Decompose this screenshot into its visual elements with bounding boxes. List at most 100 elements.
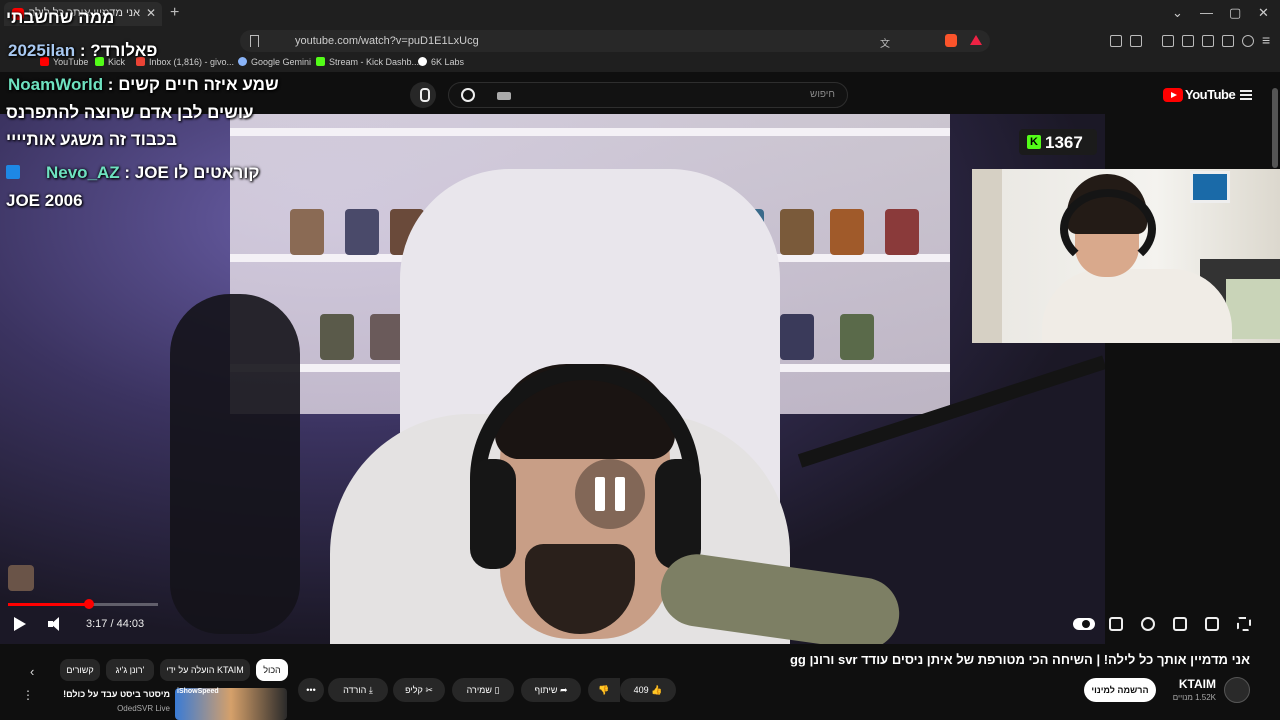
cast-icon[interactable] — [1205, 617, 1219, 631]
menu-icon[interactable]: ≡ — [1262, 32, 1270, 48]
voice-search-icon[interactable] — [410, 82, 436, 108]
autoplay-toggle[interactable] — [1073, 618, 1095, 630]
extensions-icon[interactable] — [1110, 35, 1122, 47]
subtitles-icon[interactable] — [1109, 617, 1123, 631]
wallet-icon[interactable] — [1202, 35, 1214, 47]
tab-close-icon[interactable]: ✕ — [146, 6, 156, 20]
page-scrollbar[interactable] — [1272, 88, 1278, 168]
headphone-cup — [470, 459, 516, 569]
channel-avatar[interactable] — [1224, 677, 1250, 703]
youtube-logo-text: YouTube — [1185, 87, 1236, 102]
chat-separator: : — [75, 41, 91, 60]
chip-all[interactable]: הכול — [256, 659, 288, 681]
thumbs-down-icon: 👎 — [598, 685, 610, 695]
progress-scrubber[interactable] — [84, 599, 94, 609]
webcam-poster — [1190, 171, 1230, 203]
pause-icon[interactable] — [575, 459, 645, 529]
browser-tab-bar: אני מדמיין אותך כל לילה! | השיחה ✕ + ⌄ —… — [0, 0, 1280, 28]
chevron-left-icon[interactable]: ‹ — [30, 664, 34, 679]
leo-icon[interactable] — [1222, 35, 1234, 47]
like-count: 409 — [633, 685, 649, 695]
window-close-icon[interactable]: ✕ — [1258, 5, 1269, 21]
download-button[interactable]: הורדה ⤓ — [328, 678, 388, 702]
subscribe-button[interactable]: הרשמה למינוי — [1084, 678, 1156, 702]
recommended-thumbnail[interactable]: iShowSpeed — [175, 688, 287, 720]
chat-text: פאלורד? — [90, 41, 158, 60]
chat-text: JOE 2006 — [6, 191, 83, 210]
share-button[interactable]: שיתוף ➦ — [521, 678, 581, 702]
webcam-overlay — [972, 169, 1280, 343]
channel-watermark-icon[interactable] — [8, 565, 34, 591]
scissors-icon: ✂ — [425, 685, 433, 695]
bookmark-icon: ▯ — [494, 685, 500, 695]
chat-username: Nevo_AZ — [46, 163, 120, 182]
save-button[interactable]: שמירה ▯ — [452, 678, 514, 702]
volume-icon[interactable] — [48, 617, 64, 631]
chat-line: NoamWorld : שמע איזה חיים קשים — [8, 75, 279, 95]
bookmarks-bar: YouTube Kick Inbox (1,816) - givo... Goo… — [0, 54, 1280, 72]
brave-shield-icon[interactable] — [945, 34, 957, 47]
webcam-headphones — [1060, 189, 1156, 269]
verified-icon — [6, 165, 20, 179]
figure — [840, 314, 874, 360]
chip-uploaded-by[interactable]: הועלה על ידי KTAIM — [160, 659, 250, 681]
brave-rewards-icon[interactable] — [970, 35, 982, 45]
share-icon: ➦ — [559, 685, 568, 695]
viewer-count: 1367 — [1045, 133, 1083, 152]
reader-icon[interactable] — [1130, 35, 1142, 47]
bookmark-label: Stream - Kick Dashb... — [329, 57, 420, 67]
recommended-channel: OdedSVR Live — [117, 704, 170, 713]
shelf-line — [230, 128, 950, 136]
bookmark-gemini[interactable]: Google Gemini — [238, 57, 311, 67]
translate-icon[interactable]: 文 — [880, 35, 890, 50]
dislike-button[interactable]: 👎 — [588, 678, 620, 702]
figure — [370, 314, 404, 360]
bookmark-6k-labs[interactable]: 6K Labs — [418, 57, 464, 67]
address-bar[interactable]: youtube.com/watch?v=puD1E1LxUcg 文 — [240, 30, 990, 52]
chat-text: בכבוד זה משגע אותיייי — [6, 130, 178, 149]
theater-mode-icon[interactable] — [1173, 617, 1187, 631]
save-label: שמירה — [466, 685, 492, 695]
maximize-icon[interactable]: ▢ — [1229, 5, 1241, 21]
bookmark-kick-dashboard[interactable]: Stream - Kick Dashb... — [316, 57, 419, 67]
chat-separator: : — [119, 163, 135, 182]
gemini-icon — [238, 57, 247, 66]
clip-label: קליפ — [405, 685, 423, 695]
clip-button[interactable]: קליפ ✂ — [393, 678, 445, 702]
browser-toolbar: youtube.com/watch?v=puD1E1LxUcg 文 ≡ — [0, 28, 1280, 54]
kick-icon: K — [1027, 135, 1041, 149]
play-icon[interactable] — [14, 617, 26, 631]
chip-ronen[interactable]: רונן ג'יג' — [106, 659, 154, 681]
headphone-cup — [655, 459, 701, 569]
youtube-play-icon — [1163, 88, 1183, 102]
media-icon[interactable] — [1162, 35, 1174, 47]
fullscreen-icon[interactable] — [1237, 617, 1251, 631]
chat-username: NoamWorld — [8, 75, 104, 94]
recommended-title[interactable]: מיסטר ביסט עבד על כולם! — [63, 689, 170, 699]
sidebar-icon[interactable] — [1182, 35, 1194, 47]
settings-gear-icon[interactable] — [1141, 617, 1155, 631]
time-display: 3:17 / 44:03 — [86, 618, 145, 630]
search-input[interactable]: חיפוש — [448, 82, 848, 108]
6k-labs-icon — [418, 57, 427, 66]
webcam-wall — [972, 169, 1002, 343]
video-player[interactable] — [0, 114, 1105, 644]
keyboard-icon[interactable] — [497, 92, 511, 100]
more-actions-icon[interactable]: ••• — [298, 678, 324, 702]
new-tab-icon[interactable]: + — [170, 4, 179, 22]
chip-related[interactable]: קשורים — [60, 659, 100, 681]
recommended-menu-icon[interactable]: ⋮ — [22, 688, 34, 702]
kick-icon — [316, 57, 325, 66]
subscriber-count: 1.52K מנויים — [1172, 693, 1216, 702]
search-icon[interactable] — [461, 88, 475, 102]
guide-menu-icon[interactable] — [1240, 90, 1252, 100]
chat-line: ממה שחשבתי — [6, 8, 114, 28]
chat-text: קוראטים לו JOE — [134, 163, 260, 182]
chat-line: Nevo_AZ : קוראטים לו JOE — [6, 163, 260, 183]
tab-search-icon[interactable]: ⌄ — [1172, 5, 1183, 21]
like-button[interactable]: 409 👍 — [620, 678, 676, 702]
channel-name[interactable]: KTAIM — [1179, 677, 1216, 691]
vpn-icon[interactable] — [1242, 35, 1254, 47]
minimize-icon[interactable]: — — [1200, 5, 1213, 20]
bookmark-icon[interactable] — [250, 35, 259, 47]
